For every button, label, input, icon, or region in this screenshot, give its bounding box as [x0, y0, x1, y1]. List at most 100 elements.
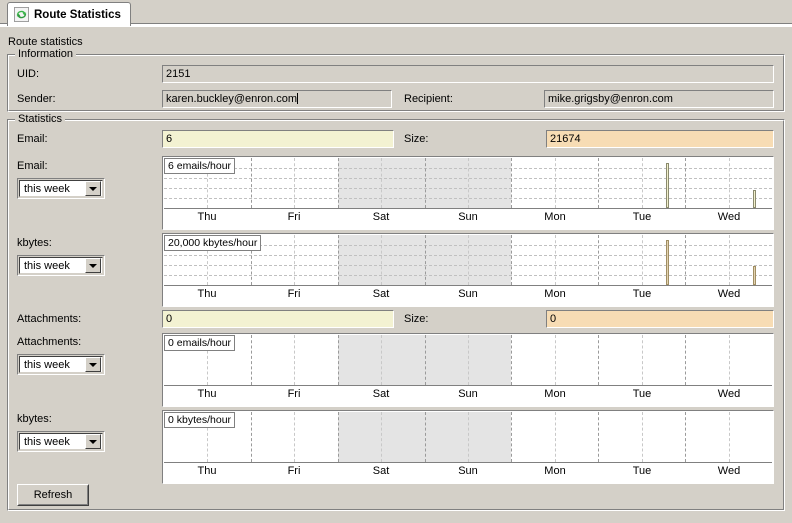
x-axis-tick-label: Thu — [198, 388, 217, 400]
day-boundary-gridline — [251, 335, 252, 385]
midday-gridline — [294, 412, 295, 462]
attachment-rate-chart: 0 emails/hour Thu Fri Sat Sun Mon Tue Wed — [162, 333, 774, 407]
x-axis-tick-label: Wed — [718, 388, 740, 400]
midday-gridline — [381, 335, 382, 385]
day-boundary-gridline — [425, 158, 426, 208]
x-axis-tick-label: Tue — [633, 465, 652, 477]
x-axis-tick-label: Thu — [198, 288, 217, 300]
email-kbytes-range-select[interactable]: this week — [17, 255, 105, 276]
day-boundary-gridline — [598, 235, 599, 285]
x-axis: ThuFriSatSunMonTueWed — [164, 463, 772, 482]
x-axis-tick-label: Mon — [544, 465, 565, 477]
refresh-button[interactable]: Refresh — [17, 484, 89, 506]
sender-value: karen.buckley@enron.com — [166, 93, 297, 105]
attachment-size-label: Size: — [404, 313, 428, 325]
email-count-field: 6 — [162, 130, 394, 148]
email-kbytes-range-value: this week — [20, 260, 85, 272]
chevron-down-icon[interactable] — [85, 434, 101, 449]
sender-field[interactable]: karen.buckley@enron.com — [162, 90, 392, 108]
x-axis: ThuFriSatSunMonTueWed — [164, 209, 772, 228]
midday-gridline — [555, 235, 556, 285]
midday-gridline — [642, 235, 643, 285]
day-boundary-gridline — [685, 235, 686, 285]
bar — [666, 240, 669, 285]
tab-strip: Route Statistics — [0, 0, 792, 26]
day-boundary-gridline — [598, 158, 599, 208]
attachment-kbytes-range-select[interactable]: this week — [17, 431, 105, 452]
midday-gridline — [555, 335, 556, 385]
midday-gridline — [381, 235, 382, 285]
email-count-label: Email: — [17, 133, 48, 145]
information-group-title: Information — [15, 48, 76, 60]
recipient-field[interactable]: mike.grigsby@enron.com — [544, 90, 774, 108]
sync-arrows-icon — [14, 7, 29, 22]
x-axis-tick-label: Wed — [718, 211, 740, 223]
x-axis-tick-label: Mon — [544, 388, 565, 400]
email-kbytes-chart: 20,000 kbytes/hourThuFriSatSunMonTueWed — [162, 233, 774, 307]
chevron-down-icon[interactable] — [85, 357, 101, 372]
midday-gridline — [468, 158, 469, 208]
statistics-group-title: Statistics — [15, 113, 65, 125]
day-boundary-gridline — [511, 158, 512, 208]
bar — [753, 190, 756, 208]
sender-label: Sender: — [17, 93, 56, 105]
x-axis-tick-label: Fri — [288, 288, 301, 300]
plot-area: 0 emails/hour — [164, 335, 772, 386]
x-axis-tick-label: Sat — [373, 465, 390, 477]
plot-area: 20,000 kbytes/hour — [164, 235, 772, 286]
midday-gridline — [381, 158, 382, 208]
tab-route-statistics[interactable]: Route Statistics — [7, 2, 131, 26]
email-size-field: 21674 — [546, 130, 774, 148]
midday-gridline — [642, 335, 643, 385]
attachment-rate-label: Attachments: — [17, 336, 81, 348]
midday-gridline — [468, 412, 469, 462]
recipient-label: Recipient: — [404, 93, 453, 105]
midday-gridline — [468, 335, 469, 385]
chevron-down-icon[interactable] — [85, 181, 101, 196]
attachment-count-label: Attachments: — [17, 313, 81, 325]
attachment-kbytes-chart: 0 kbytes/hourThuFriSatSunMonTueWed — [162, 410, 774, 484]
email-kbytes-label: kbytes: — [17, 237, 52, 249]
y-axis-label: 6 emails/hour — [164, 158, 235, 174]
day-boundary-gridline — [338, 412, 339, 462]
midday-gridline — [468, 235, 469, 285]
x-axis-tick-label: Sun — [458, 465, 478, 477]
day-boundary-gridline — [598, 335, 599, 385]
midday-gridline — [294, 235, 295, 285]
email-rate-range-select[interactable]: this week — [17, 178, 105, 199]
bar — [666, 163, 669, 208]
day-boundary-gridline — [425, 412, 426, 462]
x-axis-tick-label: Tue — [633, 211, 652, 223]
page-title: Route statistics — [8, 36, 83, 48]
text-caret — [297, 93, 298, 104]
email-rate-range-value: this week — [20, 183, 85, 195]
x-axis-tick-label: Fri — [288, 465, 301, 477]
midday-gridline — [642, 412, 643, 462]
day-boundary-gridline — [338, 235, 339, 285]
midday-gridline — [294, 335, 295, 385]
midday-gridline — [729, 335, 730, 385]
day-boundary-gridline — [685, 412, 686, 462]
x-axis-tick-label: Thu — [198, 465, 217, 477]
chevron-down-icon[interactable] — [85, 258, 101, 273]
x-axis-tick-label: Sun — [458, 211, 478, 223]
attachment-size-field: 0 — [546, 310, 774, 328]
y-axis-label: 0 kbytes/hour — [164, 412, 235, 428]
day-boundary-gridline — [511, 335, 512, 385]
x-axis-tick-label: Tue — [633, 388, 652, 400]
x-axis-tick-label: Tue — [633, 288, 652, 300]
x-axis-tick-label: Fri — [288, 388, 301, 400]
x-axis-tick-label: Sat — [373, 388, 390, 400]
attachment-kbytes-label: kbytes: — [17, 413, 52, 425]
attachment-rate-range-select[interactable]: this week — [17, 354, 105, 375]
information-group: Information UID: 2151 Sender: karen.buck… — [7, 54, 785, 112]
day-boundary-gridline — [511, 235, 512, 285]
x-axis: Thu Fri Sat Sun Mon Tue Wed — [164, 386, 772, 405]
midday-gridline — [729, 158, 730, 208]
x-axis-tick-label: Sun — [458, 388, 478, 400]
midday-gridline — [729, 235, 730, 285]
midday-gridline — [555, 158, 556, 208]
midday-gridline — [294, 158, 295, 208]
day-boundary-gridline — [425, 235, 426, 285]
bar — [753, 266, 756, 285]
